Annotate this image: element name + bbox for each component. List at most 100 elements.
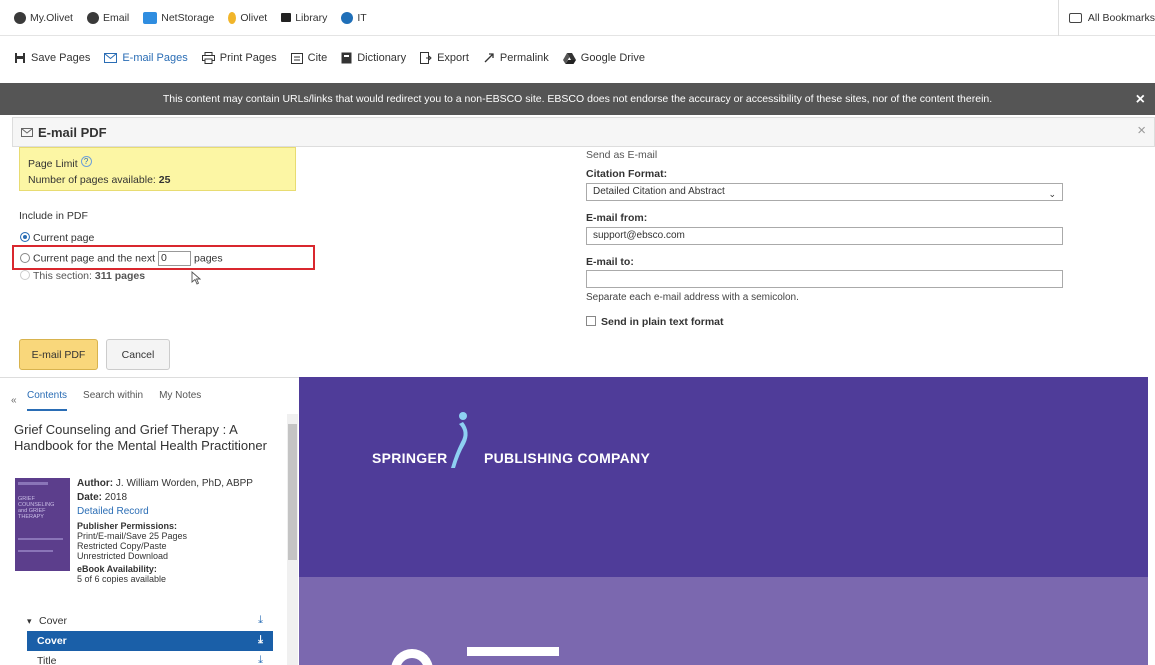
all-bookmarks[interactable]: All Bookmarks [1057, 0, 1155, 36]
download-icon[interactable]: ⤓ [258, 654, 263, 665]
radio-current-and-next[interactable] [20, 252, 30, 263]
globe-icon [14, 11, 26, 24]
email-to-hint: Separate each e-mail address with a semi… [586, 292, 799, 303]
toc-item-cover-group[interactable]: ▾ Cover ⤓ [27, 611, 273, 631]
export-button[interactable]: Export [420, 52, 469, 64]
download-icon[interactable]: ⤓ [258, 614, 263, 627]
permission-line: Print/E-mail/Save 25 Pages [77, 531, 188, 541]
bookmark-label: My.Olivet [30, 11, 73, 24]
google-drive-button[interactable]: Google Drive [562, 52, 645, 64]
save-icon [15, 53, 25, 63]
toolbar-label: E-mail Pages [122, 52, 188, 64]
tab-my-notes[interactable]: My Notes [159, 390, 201, 411]
download-icon[interactable]: ⤓ [258, 634, 263, 647]
plain-text-label: Send in plain text format [601, 316, 724, 328]
envelope-icon [21, 127, 33, 137]
citation-format-label: Citation Format: [586, 168, 668, 180]
page-limit-box: Page Limit? Number of pages available: 2… [19, 147, 296, 191]
toolbar-label: Print Pages [219, 52, 277, 64]
bookmark-label: Email [102, 11, 130, 24]
sidebar: « Contents Search within My Notes Grief … [0, 377, 299, 665]
globe-icon [86, 11, 99, 24]
option-current-and-next[interactable]: Current page and the next 0 pages [20, 251, 223, 266]
permission-line: Unrestricted Download [77, 551, 169, 561]
bookmark-it[interactable]: IT [341, 11, 367, 24]
permissions-label: Publisher Permissions: [77, 521, 178, 531]
option-section-prefix: This section: [33, 270, 92, 282]
email-from-input[interactable]: support@ebsco.com [586, 227, 1063, 245]
bookmark-netstorage[interactable]: NetStorage [143, 11, 215, 24]
author-label: Author: [77, 478, 114, 489]
email-pages-button[interactable]: E-mail Pages [104, 52, 188, 64]
preview-edge [1148, 377, 1155, 665]
author-value: J. William Worden, PhD, ABPP [115, 478, 253, 489]
chevron-down-icon: ⌄ [1048, 189, 1056, 199]
book-title: Grief Counseling and Grief Therapy : A H… [14, 422, 267, 453]
bookmark-library[interactable]: Library [281, 12, 327, 24]
book-cover-thumbnail[interactable]: GRIEF COUNSELING and GRIEF THERAPY [15, 478, 70, 571]
option-current-page[interactable]: Current page [20, 232, 94, 244]
toolbar-label: Permalink [499, 52, 549, 64]
plain-text-checkbox[interactable] [586, 316, 596, 327]
tab-contents[interactable]: Contents [27, 390, 68, 411]
publisher-right: PUBLISHING COMPANY [483, 450, 651, 466]
book-metadata: Author: J. William Worden, PhD, ABPP Dat… [77, 478, 277, 584]
scrollbar-thumb[interactable] [288, 424, 297, 560]
send-as-email-label: Send as E-mail [586, 149, 658, 161]
publisher-name: SPRINGER PUBLISHING COMPANY [372, 450, 650, 466]
citation-format-select[interactable]: Detailed Citation and Abstract ⌄ [586, 183, 1063, 201]
option-next-prefix: Current page and the next [33, 252, 156, 265]
toc-label: Cover [39, 615, 68, 627]
include-in-pdf-label: Include in PDF [19, 210, 88, 222]
detailed-record-link[interactable]: Detailed Record [77, 506, 277, 518]
flame-icon [228, 11, 237, 24]
email-pdf-button[interactable]: E-mail PDF [19, 339, 98, 370]
toolbar-label: Cite [307, 52, 328, 64]
external-links-banner: This content may contain URLs/links that… [0, 83, 1155, 115]
next-pages-input[interactable]: 0 [158, 251, 192, 266]
pages-available-label: Number of pages available: [28, 174, 156, 186]
radio-current-page[interactable] [20, 232, 30, 243]
email-to-input[interactable] [586, 270, 1063, 288]
bookmark-label: IT [357, 11, 367, 24]
tab-search-within[interactable]: Search within [83, 390, 143, 411]
cover-lower-band [299, 577, 1148, 665]
toolbar-label: Dictionary [357, 52, 407, 64]
email-from-label: E-mail from: [586, 212, 648, 224]
dictionary-button[interactable]: Dictionary [341, 52, 406, 64]
plain-text-option[interactable]: Send in plain text format [586, 316, 724, 328]
cite-button[interactable]: Cite [290, 52, 328, 64]
radio-this-section[interactable] [20, 270, 30, 281]
banner-close-icon[interactable]: × [1136, 91, 1145, 109]
toolbar-label: Google Drive [580, 52, 645, 64]
bookmark-my-olivet[interactable]: My.Olivet [14, 11, 73, 24]
collapse-sidebar-icon[interactable]: « [11, 395, 17, 406]
envelope-icon [104, 53, 118, 63]
bookmark-label: Library [295, 11, 328, 24]
toolbar-label: Save Pages [31, 52, 91, 64]
toc-item-cover[interactable]: Cover ⤓ [27, 631, 273, 651]
sidebar-scrollbar[interactable] [287, 414, 298, 665]
permalink-button[interactable]: Permalink [483, 52, 549, 64]
bookmark-email[interactable]: Email [86, 11, 130, 24]
printer-icon [201, 52, 215, 64]
availability-value: 5 of 6 copies available [77, 574, 167, 584]
permission-line: Restricted Copy/Paste [77, 541, 167, 551]
expander-icon[interactable]: ▾ [27, 616, 37, 627]
export-icon [420, 52, 432, 64]
save-pages-button[interactable]: Save Pages [14, 52, 90, 64]
toc-label: Cover [37, 635, 67, 647]
help-icon[interactable]: ? [80, 156, 92, 167]
all-bookmarks-label: All Bookmarks [1087, 12, 1155, 24]
panel-close-icon[interactable]: × [1137, 122, 1146, 139]
option-this-section[interactable]: This section: 311 pages [20, 270, 145, 282]
dictionary-icon [341, 52, 352, 64]
bookmark-label: NetStorage [161, 11, 215, 24]
bookmark-olivet[interactable]: Olivet [228, 11, 267, 24]
thumb-line: THERAPY [18, 514, 44, 520]
print-pages-button[interactable]: Print Pages [201, 52, 277, 64]
toc-item-title[interactable]: Title ⤓ [27, 651, 273, 665]
sidebar-tabs: Contents Search within My Notes [27, 390, 217, 411]
cancel-button[interactable]: Cancel [106, 339, 170, 370]
email-to-label: E-mail to: [586, 256, 634, 268]
